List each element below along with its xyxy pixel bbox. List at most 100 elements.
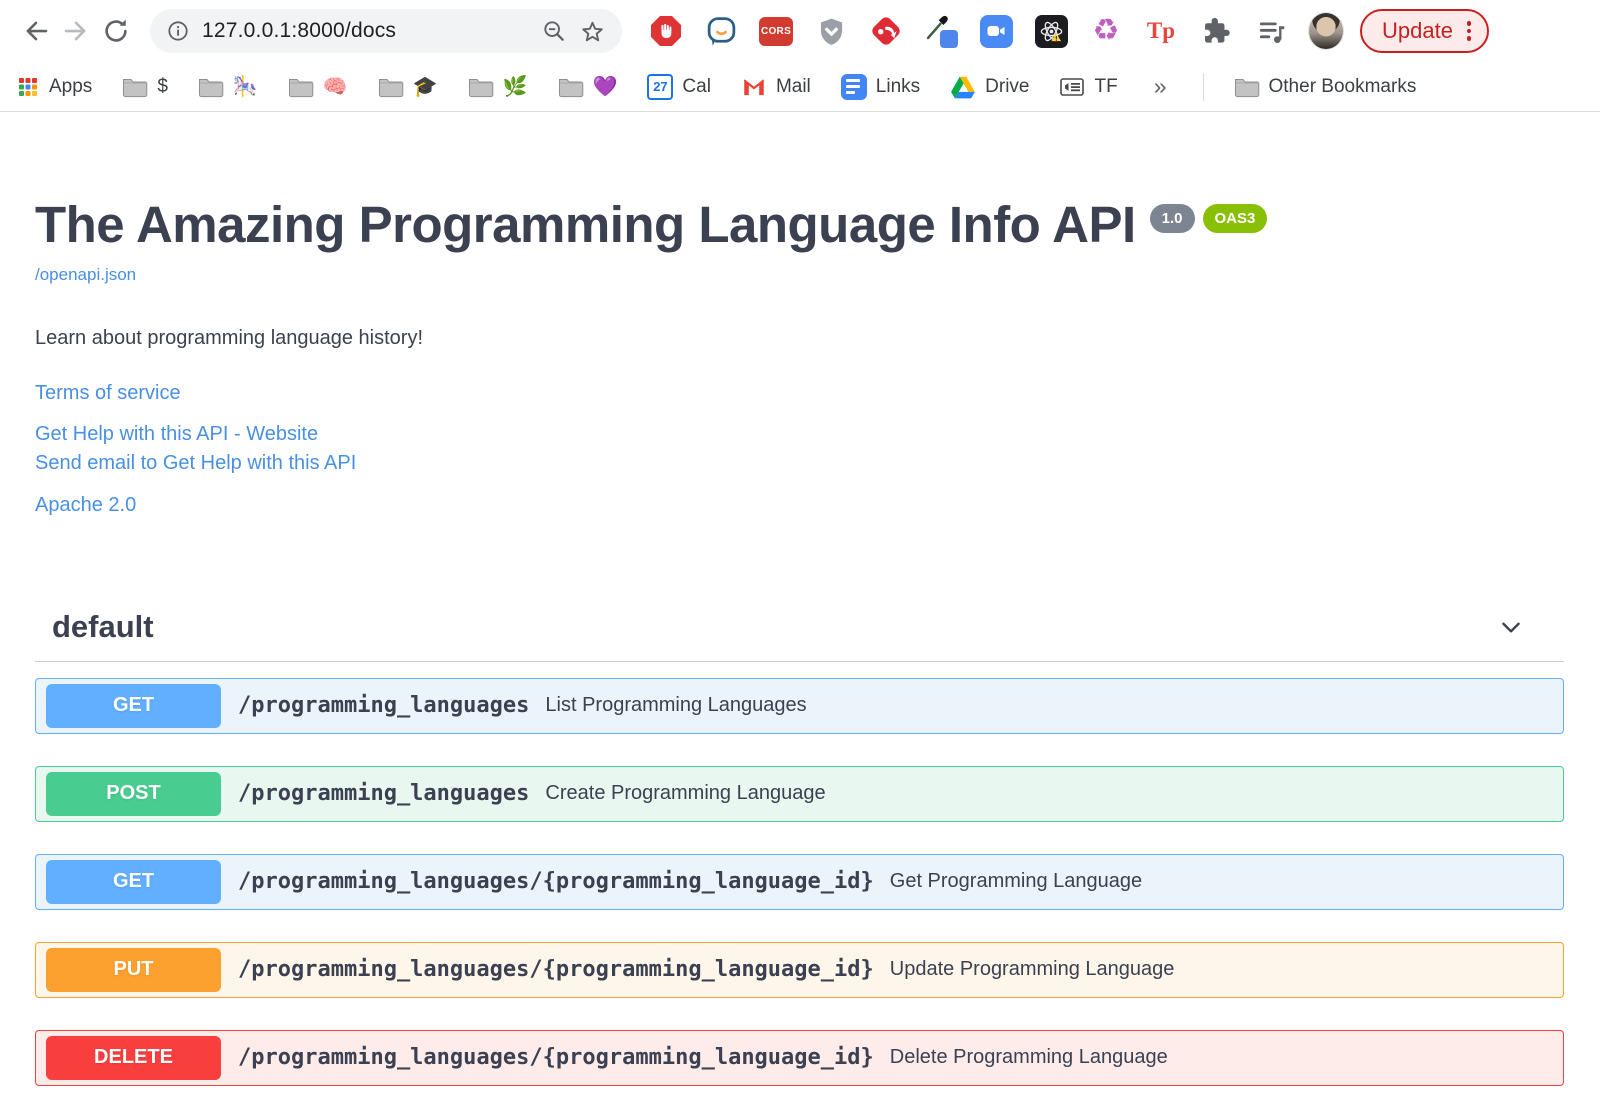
bookmark-folder-brain[interactable]: 🧠: [288, 74, 348, 99]
toucan-extension-icon[interactable]: Tp: [1143, 13, 1179, 49]
adblock-extension-icon[interactable]: [648, 13, 684, 49]
google-drive-icon: [951, 76, 976, 98]
tag-name: default: [52, 608, 154, 644]
bookmark-tf[interactable]: TF: [1059, 75, 1118, 99]
method-badge: GET: [46, 859, 221, 904]
endpoint-path: /programming_languages/{programming_lang…: [238, 1045, 874, 1071]
bookmarks-divider: [1202, 72, 1204, 101]
bookmark-label: 🎓: [412, 76, 438, 98]
collapse-section-button[interactable]: [1498, 614, 1524, 640]
profile-avatar[interactable]: [1308, 12, 1344, 50]
operations-list: GET /programming_languages List Programm…: [35, 677, 1564, 1086]
site-info-icon[interactable]: [166, 19, 190, 43]
method-badge: POST: [46, 771, 221, 816]
bookmark-links[interactable]: Links: [840, 73, 920, 100]
apps-grid-icon: [19, 77, 37, 96]
folder-icon: [198, 78, 224, 97]
bookmark-folder-herb[interactable]: 🌿: [468, 74, 528, 99]
bookmark-folder-carousel[interactable]: 🎠: [198, 74, 258, 99]
endpoint-row-list-languages[interactable]: GET /programming_languages List Programm…: [35, 677, 1564, 734]
other-bookmarks[interactable]: Other Bookmarks: [1234, 76, 1416, 98]
terms-of-service-link[interactable]: Terms of service: [35, 382, 1564, 405]
bookmark-folder-money[interactable]: $: [122, 76, 168, 98]
playlist-extension-icon[interactable]: [1253, 13, 1289, 49]
extensions-puzzle-button[interactable]: [1198, 13, 1234, 49]
bookmark-label: TF: [1094, 75, 1118, 97]
google-calendar-icon: 27: [647, 73, 674, 100]
endpoint-row-get-language[interactable]: GET /programming_languages/{programming_…: [35, 853, 1564, 910]
folder-icon: [468, 78, 493, 97]
back-arrow-icon: [26, 21, 48, 41]
recycle-extension-icon[interactable]: ♻: [1088, 13, 1124, 49]
bookmark-label: Drive: [985, 75, 1030, 97]
tf-favicon: [1060, 77, 1085, 96]
bookmark-mail[interactable]: Mail: [741, 74, 811, 100]
extensions-row: CORS ♻ Tp: [648, 12, 1344, 50]
forward-button[interactable]: [56, 11, 96, 51]
back-button[interactable]: [16, 11, 56, 51]
bookmark-folder-education[interactable]: 🎓: [378, 74, 438, 99]
endpoint-summary: Delete Programming Language: [889, 1046, 1168, 1069]
gmail-icon: [743, 78, 765, 95]
endpoint-path: /programming_languages/{programming_lang…: [238, 957, 874, 983]
method-badge: DELETE: [46, 1035, 221, 1080]
bookmarks-overflow-chevron[interactable]: »: [1148, 72, 1173, 101]
api-description: Learn about programming language history…: [35, 326, 424, 349]
recycle-icon: ♻: [1092, 14, 1120, 47]
license-link[interactable]: Apache 2.0: [35, 494, 1564, 517]
folder-icon: [1234, 78, 1259, 97]
contact-block: Get Help with this API - Website Send em…: [35, 420, 1564, 478]
red-diamond-icon: [872, 17, 900, 45]
forward-arrow-icon: [64, 21, 86, 41]
zoom-out-icon[interactable]: [541, 18, 567, 44]
openapi-spec-link[interactable]: /openapi.json: [35, 265, 136, 285]
react-atom-icon: [1034, 14, 1068, 48]
bookmark-drive[interactable]: Drive: [950, 74, 1029, 100]
endpoint-summary: Create Programming Language: [545, 782, 826, 805]
method-badge: GET: [46, 683, 221, 728]
endpoint-row-delete-language[interactable]: DELETE /programming_languages/{programmi…: [35, 1029, 1564, 1086]
cors-extension-icon[interactable]: CORS: [758, 13, 794, 49]
terms-block: Terms of service: [35, 382, 1564, 405]
url-text[interactable]: 127.0.0.1:8000/docs: [202, 19, 529, 43]
email-help-link[interactable]: Send email to Get Help with this API: [35, 449, 1564, 478]
default-tag-section: default GET /programming_languages List …: [35, 609, 1564, 1086]
endpoint-row-create-language[interactable]: POST /programming_languages Create Progr…: [35, 765, 1564, 822]
chat-bubble-icon: [707, 16, 735, 46]
address-bar[interactable]: 127.0.0.1:8000/docs: [150, 9, 622, 53]
version-badge: 1.0: [1149, 204, 1195, 233]
bookmark-star-icon[interactable]: [579, 18, 606, 45]
kebab-menu-icon: [1466, 21, 1472, 41]
red-diamond-extension-icon[interactable]: [868, 13, 904, 49]
zoom-extension-icon[interactable]: [978, 13, 1014, 49]
endpoint-path: /programming_languages: [238, 781, 530, 807]
shield-icon: [820, 18, 842, 45]
browser-toolbar: 127.0.0.1:8000/docs CORS ♻ Tp Update: [0, 0, 1600, 62]
chrome-update-button[interactable]: Update: [1360, 9, 1490, 53]
puzzle-piece-icon: [1205, 17, 1230, 43]
bookmarks-bar: Apps $ 🎠 🧠 🎓 🌿 💜 27 Cal Mail Links Drive…: [0, 62, 1600, 112]
endpoint-row-update-language[interactable]: PUT /programming_languages/{programming_…: [35, 941, 1564, 998]
endpoint-summary: Get Programming Language: [889, 870, 1143, 893]
chevron-down-icon: [1502, 622, 1520, 633]
endpoint-summary: List Programming Languages: [545, 694, 807, 717]
bookmark-label: $: [157, 75, 168, 97]
bookmark-label: Mail: [775, 75, 811, 97]
oas3-badge: OAS3: [1202, 204, 1268, 233]
bookmark-label: 🌿: [502, 76, 528, 98]
stop-hand-icon: [651, 16, 681, 46]
license-block: Apache 2.0: [35, 494, 1564, 517]
bookmark-calendar[interactable]: 27 Cal: [647, 73, 711, 100]
react-devtools-extension-icon[interactable]: [1033, 13, 1069, 49]
reload-button[interactable]: [96, 11, 136, 51]
shield-extension-icon[interactable]: [813, 13, 849, 49]
swagger-page: The Amazing Programming Language Info AP…: [0, 198, 1600, 1086]
bookmark-apps[interactable]: Apps: [16, 75, 92, 99]
color-picker-extension-icon[interactable]: [923, 13, 959, 49]
chat-bubble-extension-icon[interactable]: [703, 13, 739, 49]
cors-icon: CORS: [759, 16, 793, 46]
website-help-link[interactable]: Get Help with this API - Website: [35, 420, 1564, 449]
links-icon: [840, 73, 867, 100]
tag-section-header[interactable]: default: [35, 609, 1564, 662]
bookmark-folder-heart[interactable]: 💜: [558, 74, 617, 99]
